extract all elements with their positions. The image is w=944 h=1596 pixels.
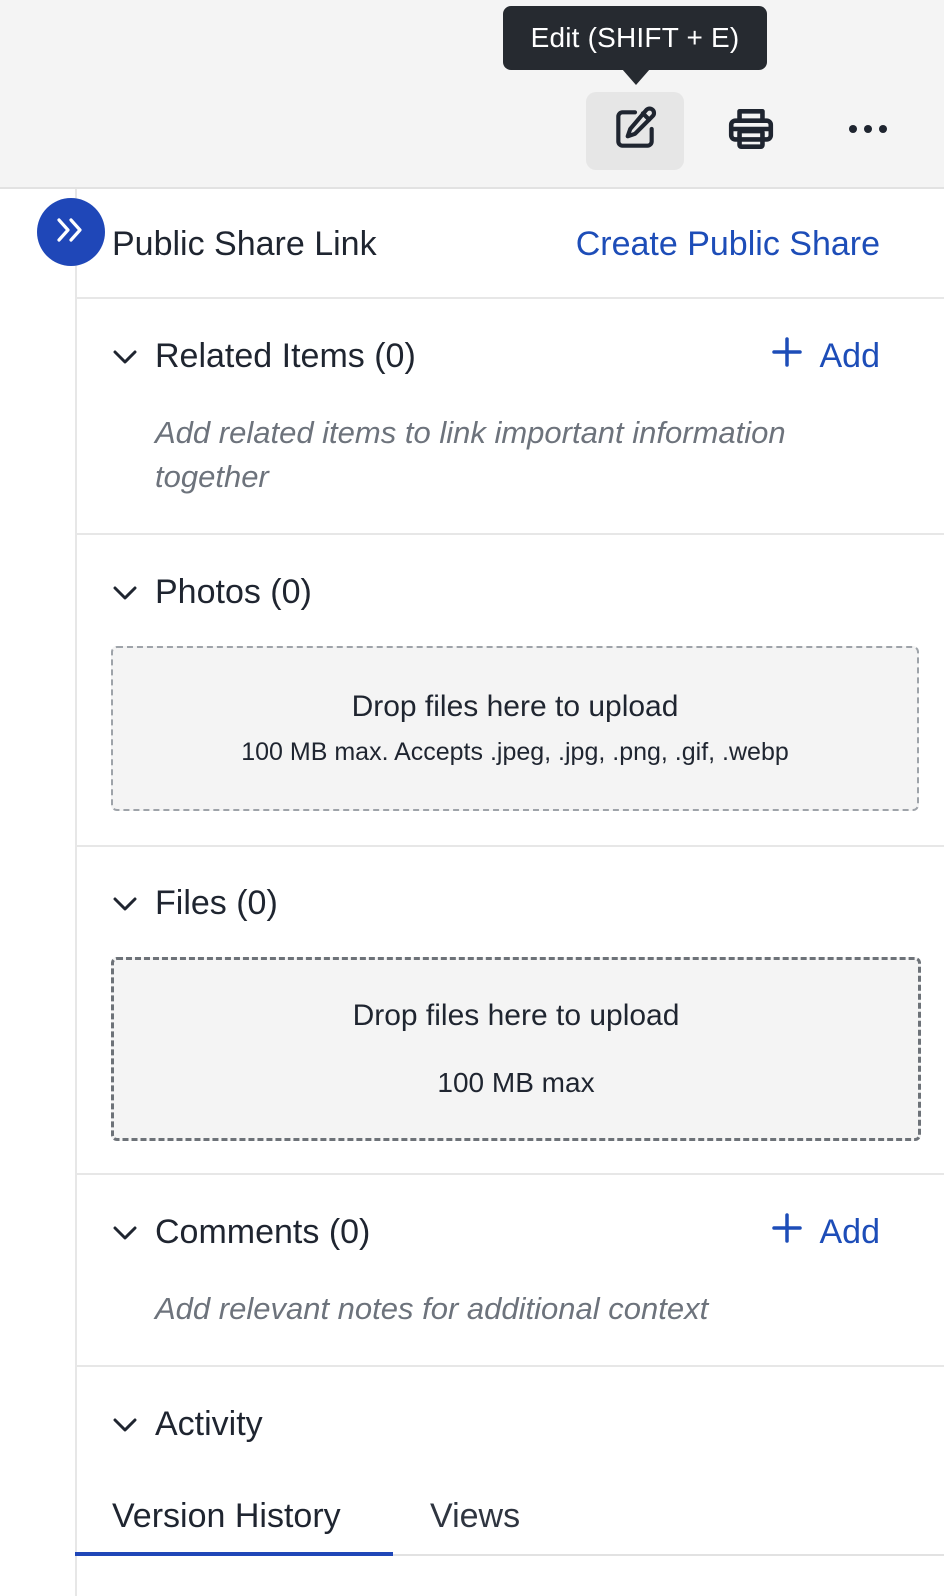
divider [77, 845, 944, 847]
comments-title[interactable]: Comments (0) [155, 1213, 370, 1252]
chevron-down-icon[interactable] [112, 584, 138, 602]
divider [77, 297, 944, 299]
chevron-down-icon[interactable] [112, 895, 138, 913]
add-label: Add [819, 1213, 881, 1251]
chevrons-right-icon [53, 216, 89, 249]
comments-hint: Add relevant notes for additional contex… [155, 1291, 709, 1326]
tab-views[interactable]: Views [430, 1497, 520, 1536]
plus-icon [771, 1213, 802, 1252]
chevron-down-icon[interactable] [112, 1224, 138, 1242]
related-items-title[interactable]: Related Items (0) [155, 337, 416, 376]
divider [77, 533, 944, 535]
photos-drop-sub: 100 MB max. Accepts .jpeg, .jpg, .png, .… [241, 738, 789, 766]
expand-sidebar-button[interactable] [37, 198, 105, 266]
files-title[interactable]: Files (0) [155, 884, 278, 923]
edit-tooltip: Edit (SHIFT + E) [503, 6, 767, 70]
top-toolbar: Edit (SHIFT + E) [0, 0, 944, 189]
files-drop-sub: 100 MB max [437, 1067, 595, 1098]
create-public-share-link[interactable]: Create Public Share [576, 225, 880, 264]
add-related-item-button[interactable]: Add [771, 337, 881, 376]
more-horizontal-icon [847, 122, 889, 140]
files-dropzone[interactable]: Drop files here to upload 100 MB max [111, 957, 921, 1141]
more-button[interactable] [819, 92, 917, 170]
photos-title[interactable]: Photos (0) [155, 573, 312, 612]
chevron-down-icon[interactable] [112, 348, 138, 366]
plus-icon [771, 337, 802, 376]
active-tab-indicator [75, 1552, 393, 1556]
chevron-down-icon[interactable] [112, 1416, 138, 1434]
photos-dropzone[interactable]: Drop files here to upload 100 MB max. Ac… [111, 646, 919, 811]
divider [77, 1365, 944, 1367]
divider [77, 1173, 944, 1175]
edit-button[interactable] [586, 92, 684, 170]
print-button[interactable] [702, 92, 800, 170]
related-items-hint: Add related items to link important info… [155, 411, 786, 499]
photos-drop-label: Drop files here to upload [351, 690, 679, 723]
public-share-title: Public Share Link [112, 225, 377, 263]
activity-title[interactable]: Activity [155, 1405, 263, 1444]
add-comment-button[interactable]: Add [771, 1213, 881, 1252]
tooltip-arrow [622, 69, 650, 85]
printer-icon [725, 104, 777, 159]
edit-icon [610, 104, 660, 159]
files-drop-label: Drop files here to upload [352, 999, 680, 1032]
related-hint-line1: Add related items to link important info… [155, 415, 786, 450]
tab-version-history[interactable]: Version History [112, 1497, 341, 1536]
add-label: Add [819, 337, 881, 375]
related-hint-line2: together [155, 459, 269, 494]
